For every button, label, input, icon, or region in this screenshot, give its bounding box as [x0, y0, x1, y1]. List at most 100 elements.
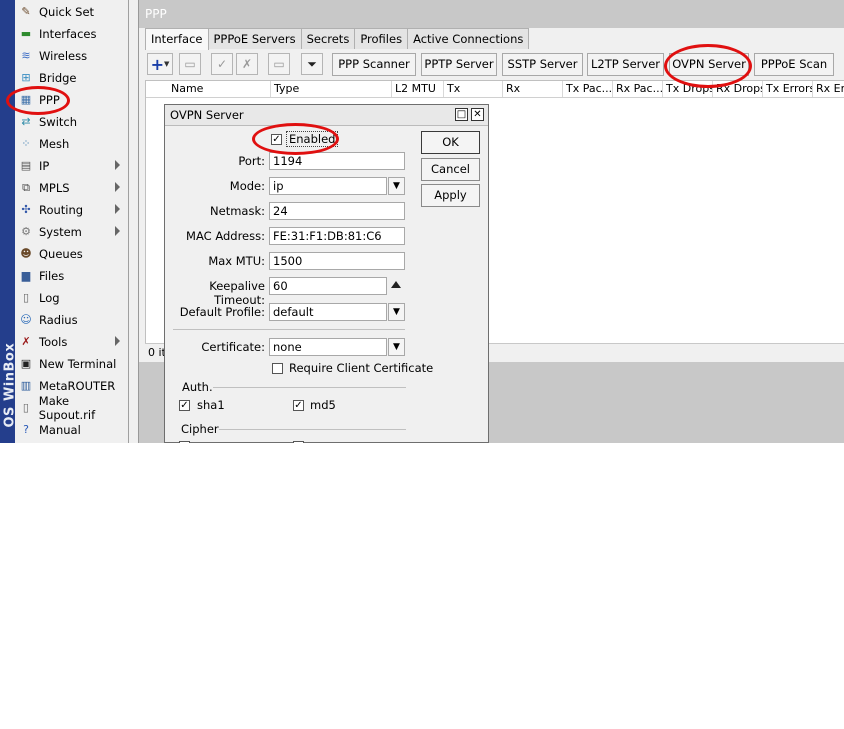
submenu-arrow-icon — [115, 182, 120, 192]
manual-icon: ? — [23, 423, 29, 436]
col-name[interactable]: Name — [168, 81, 273, 97]
certificate-select[interactable]: none — [269, 338, 387, 356]
menu-item-label: Mesh — [39, 137, 70, 151]
netmask-label: Netmask: — [210, 204, 265, 218]
comment-icon: ▭ — [273, 57, 285, 71]
files-icon: ▆ — [21, 269, 31, 282]
apply-button[interactable]: Apply — [421, 184, 480, 207]
routing-icon: ✣ — [21, 203, 31, 216]
menu-item-make-supout-rif[interactable]: ▯ Make Supout.rif — [15, 394, 128, 422]
menu-item-label: Manual — [39, 423, 81, 437]
ip-icon: ▤ — [20, 159, 32, 172]
keepalive-label: Keepalive Timeout: — [209, 279, 265, 307]
mode-select[interactable]: ip — [269, 177, 387, 195]
supout-icon: ▯ — [22, 401, 29, 414]
menu-item-tools[interactable]: ✗ Tools — [15, 331, 128, 353]
ok-button[interactable]: OK — [421, 131, 480, 154]
menu-item-files[interactable]: ▆ Files — [15, 265, 128, 287]
menu-item-label: Interfaces — [39, 27, 97, 41]
mesh-icon: ⁘ — [21, 137, 31, 150]
tab-pppoe-servers[interactable]: PPPoE Servers — [207, 28, 302, 49]
highlight-ppp — [6, 86, 70, 115]
disable-button[interactable]: ✗ — [236, 53, 258, 75]
cipher-checkbox-2[interactable] — [293, 441, 304, 443]
default-profile-select[interactable]: default — [269, 303, 387, 321]
require-client-cert-checkbox[interactable] — [272, 363, 283, 374]
cipher-checkbox-1[interactable] — [179, 441, 190, 443]
col-l2mtu[interactable]: L2 MTU — [391, 81, 447, 97]
ppp-scanner-button[interactable]: PPP Scanner — [332, 53, 416, 76]
menu-item-label: MetaROUTER — [39, 379, 116, 393]
submenu-arrow-icon — [115, 226, 120, 236]
menu-item-label: Make Supout.rif — [38, 394, 96, 422]
menu-item-mesh[interactable]: ⁘ Mesh — [15, 133, 128, 155]
sstp-server-button[interactable]: SSTP Server — [502, 53, 583, 76]
filter-button[interactable]: ⏷ — [301, 53, 323, 75]
cipher-divider — [219, 429, 406, 430]
ppp-tabs: Interface PPPoE Servers Secrets Profiles… — [145, 28, 530, 50]
col-rx-packets[interactable]: Rx Pac... — [612, 81, 663, 97]
radius-icon: ☺ — [20, 313, 32, 326]
dropdown-arrow-icon: ▼ — [393, 342, 400, 352]
menu-item-quick-set[interactable]: ✎ Quick Set — [15, 1, 128, 23]
comment-button[interactable]: ▭ — [268, 53, 290, 75]
menu-item-label: Queues — [39, 247, 83, 261]
keepalive-field[interactable]: 60 — [269, 277, 387, 295]
metarouter-icon: ▥ — [20, 379, 32, 392]
queues-icon: ☻ — [20, 247, 32, 260]
menu-item-label: Quick Set — [39, 5, 95, 19]
pppoe-scan-button[interactable]: PPPoE Scan — [754, 53, 834, 76]
menu-item-routing[interactable]: ✣ Routing — [15, 199, 128, 221]
require-client-cert-label: Require Client Certificate — [289, 361, 434, 375]
menu-item-label: New Terminal — [39, 357, 117, 371]
max-mtu-field[interactable]: 1500 — [269, 252, 405, 270]
divider — [173, 329, 405, 330]
enable-button[interactable]: ✓ — [211, 53, 233, 75]
ppp-title-bar[interactable]: PPP — [139, 0, 844, 28]
tab-interface[interactable]: Interface — [145, 28, 209, 50]
profile-dropdown-button[interactable]: ▼ — [388, 303, 405, 321]
col-rx[interactable]: Rx — [502, 81, 564, 97]
menu-item-ip[interactable]: ▤ IP — [15, 155, 128, 177]
tab-secrets[interactable]: Secrets — [300, 28, 356, 49]
certificate-dropdown-button[interactable]: ▼ — [388, 338, 405, 356]
col-tx[interactable]: Tx — [443, 81, 504, 97]
remove-button[interactable]: ▭ — [179, 53, 201, 75]
certificate-label: Certificate: — [201, 340, 265, 354]
close-button[interactable]: ✕ — [471, 108, 484, 121]
l2tp-server-button[interactable]: L2TP Server — [587, 53, 664, 76]
collapse-icon[interactable] — [391, 281, 401, 288]
col-tx-packets[interactable]: Tx Pac... — [562, 81, 613, 97]
menu-item-system[interactable]: ⚙ System — [15, 221, 128, 243]
menu-item-interfaces[interactable]: ▬ Interfaces — [15, 23, 128, 45]
auth-md5-checkbox[interactable]: ✓ — [293, 400, 304, 411]
menu-item-log[interactable]: ▯ Log — [15, 287, 128, 309]
menu-item-wireless[interactable]: ≋ Wireless — [15, 45, 128, 67]
cancel-button[interactable]: Cancel — [421, 158, 480, 181]
col-type[interactable]: Type — [270, 81, 392, 97]
col-tx-errors[interactable]: Tx Errors — [762, 81, 813, 97]
mode-dropdown-button[interactable]: ▼ — [388, 177, 405, 195]
col-rx-errors[interactable]: Rx Err — [812, 81, 844, 97]
terminal-icon: ▣ — [20, 357, 32, 370]
tab-active-connections[interactable]: Active Connections — [407, 28, 530, 49]
pptp-server-button[interactable]: PPTP Server — [421, 53, 497, 76]
netmask-field[interactable]: 24 — [269, 202, 405, 220]
bridge-icon: ⊞ — [21, 71, 31, 84]
highlight-enabled — [252, 123, 339, 155]
maximize-button[interactable]: □ — [455, 108, 468, 121]
tools-icon: ✗ — [21, 335, 31, 348]
menu-item-manual[interactable]: ? Manual — [15, 419, 128, 441]
ovpn-server-dialog: OVPN Server □ ✕ ✓ Enabled Port: 1194 Mod… — [164, 104, 489, 443]
tab-profiles[interactable]: Profiles — [354, 28, 409, 49]
menu-item-radius[interactable]: ☺ Radius — [15, 309, 128, 331]
menu-item-queues[interactable]: ☻ Queues — [15, 243, 128, 265]
ppp-title: PPP — [145, 7, 167, 21]
add-button[interactable]: + ▼ — [147, 53, 173, 75]
dialog-title-bar[interactable]: OVPN Server □ ✕ — [165, 105, 488, 126]
mac-address-field[interactable]: FE:31:F1:DB:81:C6 — [269, 227, 405, 245]
menu-item-new-terminal[interactable]: ▣ New Terminal — [15, 353, 128, 375]
menu-item-mpls[interactable]: ⧉ MPLS — [15, 177, 128, 199]
mac-address-label: MAC Address: — [186, 229, 265, 243]
auth-sha1-checkbox[interactable]: ✓ — [179, 400, 190, 411]
